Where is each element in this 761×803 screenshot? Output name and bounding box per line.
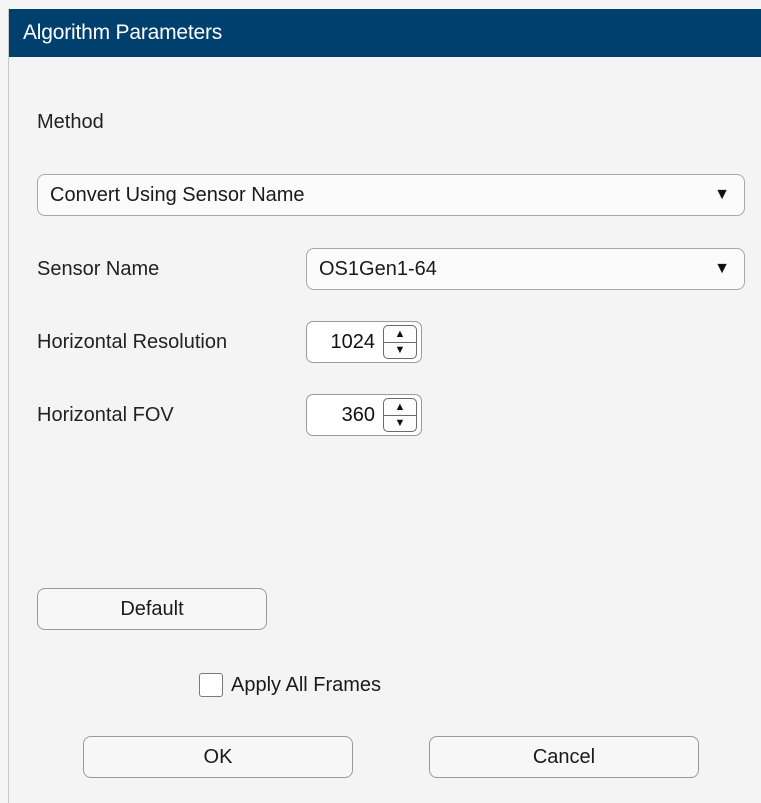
horizontal-fov-spinner[interactable]: 360 ▲ ▼ (306, 394, 422, 436)
horizontal-fov-value[interactable]: 360 (342, 395, 375, 435)
apply-all-frames-row[interactable]: Apply All Frames (199, 671, 381, 699)
horizontal-resolution-stepper[interactable]: ▲ ▼ (383, 325, 417, 359)
method-dropdown-value: Convert Using Sensor Name (50, 184, 305, 206)
dialog-title: Algorithm Parameters (9, 9, 761, 57)
horizontal-resolution-spinner[interactable]: 1024 ▲ ▼ (306, 321, 422, 363)
decrement-arrow-icon[interactable]: ▼ (384, 342, 416, 358)
increment-arrow-icon[interactable]: ▲ (384, 399, 416, 416)
sensor-name-label: Sensor Name (37, 258, 160, 280)
sensor-name-dropdown[interactable]: OS1Gen1-64 ▼ (306, 248, 745, 290)
chevron-down-icon: ▼ (714, 186, 730, 203)
horizontal-fov-label: Horizontal FOV (37, 404, 174, 426)
horizontal-fov-stepper[interactable]: ▲ ▼ (383, 398, 417, 432)
decrement-arrow-icon[interactable]: ▼ (384, 415, 416, 431)
apply-all-frames-checkbox[interactable] (199, 673, 223, 697)
cancel-button[interactable]: Cancel (429, 736, 699, 778)
apply-all-frames-label[interactable]: Apply All Frames (231, 674, 381, 697)
algorithm-parameters-dialog: Algorithm Parameters Method Convert Usin… (8, 9, 761, 803)
increment-arrow-icon[interactable]: ▲ (384, 326, 416, 343)
method-dropdown[interactable]: Convert Using Sensor Name ▼ (37, 174, 745, 216)
ok-button[interactable]: OK (83, 736, 353, 778)
default-button[interactable]: Default (37, 588, 267, 630)
horizontal-resolution-label: Horizontal Resolution (37, 331, 228, 353)
horizontal-resolution-value[interactable]: 1024 (331, 322, 376, 362)
method-label: Method (37, 111, 104, 133)
sensor-name-dropdown-value: OS1Gen1-64 (319, 258, 437, 280)
chevron-down-icon: ▼ (714, 260, 730, 277)
